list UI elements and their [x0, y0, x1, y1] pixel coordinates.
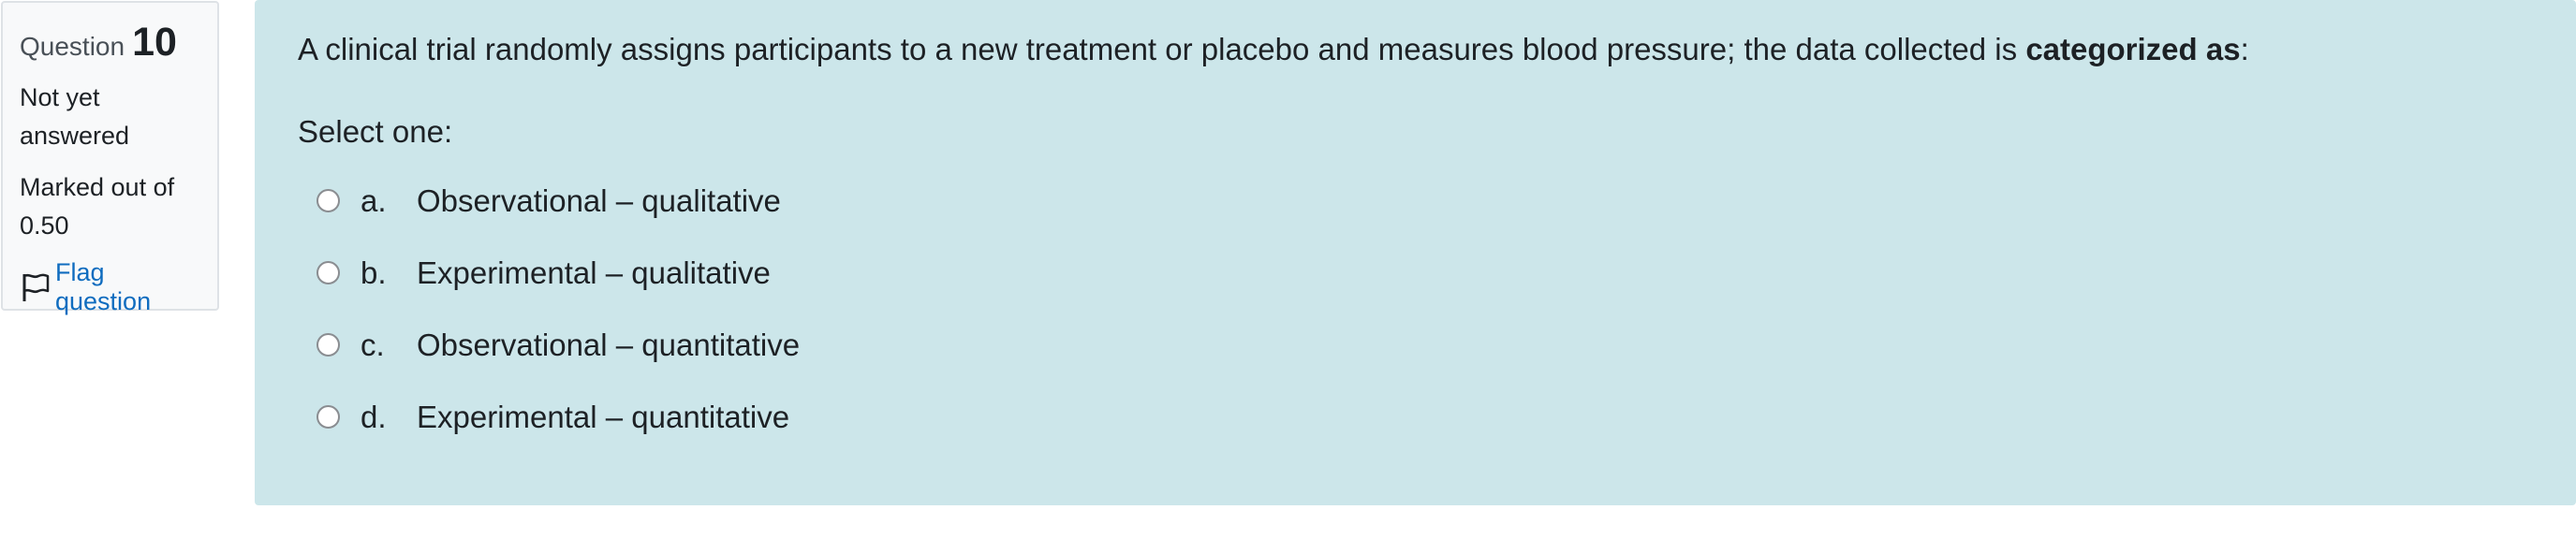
answer-options: a. Observational – qualitative b. Experi… [298, 165, 2533, 453]
radio-button-d[interactable] [316, 405, 340, 429]
question-number-heading: Question 10 [20, 20, 200, 66]
answer-option-a[interactable]: a. Observational – qualitative [298, 165, 2533, 237]
flag-question-link[interactable]: Flag question [20, 258, 200, 316]
option-letter: c. [361, 327, 385, 362]
question-text: A clinical trial randomly assigns partic… [298, 26, 2533, 73]
question-word: Question [20, 32, 125, 61]
question-content: A clinical trial randomly assigns partic… [255, 0, 2576, 505]
answer-option-d[interactable]: d. Experimental – quantitative [298, 381, 2533, 453]
radio-button-c[interactable] [316, 333, 340, 357]
quiz-question-page: Question 10 Not yet answered Marked out … [0, 0, 2576, 539]
answer-option-c[interactable]: c. Observational – quantitative [298, 309, 2533, 381]
option-letter: b. [361, 255, 387, 290]
question-text-bold: categorized as [2025, 32, 2241, 66]
answer-option-b[interactable]: b. Experimental – qualitative [298, 237, 2533, 309]
select-one-prompt: Select one: [298, 114, 453, 149]
option-label[interactable]: Experimental – qualitative [417, 255, 771, 291]
option-letter: d. [361, 399, 387, 434]
option-label[interactable]: Observational – quantitative [417, 328, 800, 363]
flag-question-label: Flag question [55, 258, 152, 315]
question-state: Not yet answered [20, 83, 130, 150]
radio-button-b[interactable] [316, 261, 340, 284]
question-info-panel: Question 10 Not yet answered Marked out … [1, 1, 219, 315]
radio-button-a[interactable] [316, 189, 340, 212]
question-grade: Marked out of 0.50 [20, 173, 175, 240]
flag-icon [20, 271, 52, 303]
option-label[interactable]: Observational – qualitative [417, 183, 781, 219]
question-text-end: : [2240, 32, 2249, 66]
question-text-main: A clinical trial randomly assigns partic… [298, 32, 2026, 66]
option-label[interactable]: Experimental – quantitative [417, 400, 789, 435]
question-number: 10 [132, 20, 177, 65]
option-letter: a. [361, 182, 387, 218]
